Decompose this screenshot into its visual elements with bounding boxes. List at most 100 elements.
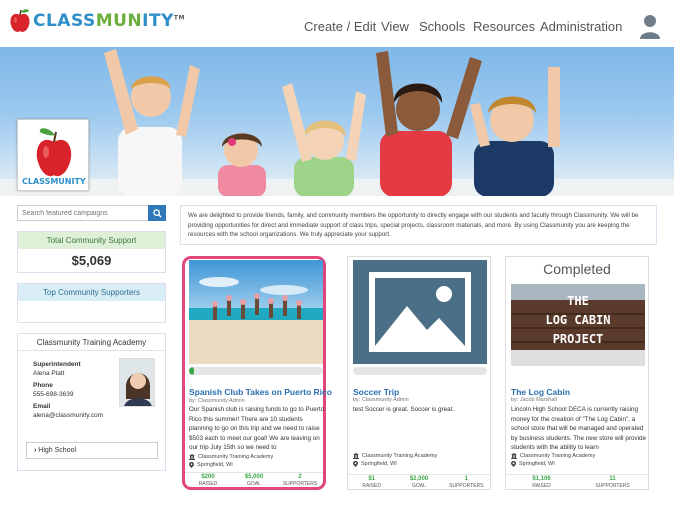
funding-progress-bar	[353, 367, 487, 375]
campaign-org-name: Classmunity Training Academy	[362, 453, 438, 459]
phone-label: Phone	[33, 382, 53, 389]
campaign-search	[17, 205, 166, 221]
image-title-line1: THE	[567, 294, 589, 308]
campaign-org-name: Classmunity Training Academy	[520, 453, 596, 459]
academy-contact: Superintendent Alena Platt Phone 555-698…	[33, 360, 103, 420]
campaign-location-text: Springfield, WI	[519, 461, 555, 467]
total-support-panel: Total Community Support $5,069	[17, 231, 166, 273]
campaign-title[interactable]: Soccer Trip	[353, 387, 399, 397]
campaign-title[interactable]: Spanish Club Takes on Puerto Rico	[189, 387, 332, 397]
supporters-label: SUPPORTERS	[282, 481, 318, 487]
stat-raised: $200 RAISED	[185, 473, 231, 489]
total-support-label: Total Community Support	[18, 232, 165, 249]
search-icon	[152, 208, 162, 218]
campaign-stats: $200 RAISED $5,000 GOAL 2 SUPPORTERS	[185, 472, 323, 489]
role-label: Superintendent	[33, 361, 81, 368]
goal-value: $5,000	[244, 474, 264, 480]
campaign-location: Springfield, WI	[189, 462, 233, 468]
search-input[interactable]	[17, 205, 148, 221]
nav-schools[interactable]: Schools	[419, 19, 465, 34]
chevron-right-icon: ›	[34, 447, 37, 454]
school-building-icon	[511, 453, 517, 459]
stat-goal: $2,000 GOAL	[395, 475, 442, 491]
image-title-line3: PROJECT	[553, 332, 604, 346]
campaign-location: Springfield, WI	[511, 461, 555, 467]
map-pin-icon	[511, 461, 516, 467]
campaign-org: Classmunity Training Academy	[353, 453, 437, 459]
image-placeholder-icon	[353, 260, 487, 364]
campaign-image-beach	[189, 260, 323, 364]
stat-supporters: 11 SUPPORTERS	[577, 475, 648, 491]
stat-supporters: 2 SUPPORTERS	[277, 473, 323, 489]
campaign-location-text: Springfield, WI	[197, 462, 233, 468]
supporters-value: 2	[298, 474, 302, 480]
main-nav: Create / Edit View Schools Resources Adm…	[0, 19, 674, 35]
raised-label: RAISED	[362, 483, 381, 489]
goal-value: $2,000	[409, 476, 429, 482]
campaign-card-log-cabin[interactable]: Completed THE LOG CABIN PROJECT The Log …	[505, 256, 649, 490]
school-badge: CLASSMUNITY	[17, 119, 89, 191]
raised-label: RAISED	[198, 481, 218, 487]
nav-resources[interactable]: Resources	[473, 19, 535, 34]
nav-create-edit[interactable]: Create / Edit	[304, 19, 376, 34]
contact-name: Alena Platt	[33, 370, 65, 377]
campaign-author: by: Classmunity Admin	[353, 397, 409, 403]
campaign-location: Springfield, WI	[353, 461, 397, 467]
top-supporters-label: Top Community Supporters	[18, 284, 165, 301]
campaign-description: test Soccer is great. Soccer is great.	[353, 406, 455, 413]
stat-raised: $1 RAISED	[348, 475, 395, 491]
campaign-card-spanish-club[interactable]: Spanish Club Takes on Puerto Rico by: Cl…	[182, 256, 332, 490]
hero-banner: CLASSMUNITY	[0, 47, 674, 196]
goal-label: GOAL	[412, 483, 426, 489]
campaign-image-log-cabin: THE LOG CABIN PROJECT	[511, 284, 645, 366]
completed-label: Completed	[543, 261, 611, 277]
academy-title: Classmunity Training Academy	[18, 334, 165, 351]
badge-wordmark: CLASSMUNITY	[22, 177, 86, 186]
children-cheering-illustration	[0, 49, 674, 196]
top-supporters-panel: Top Community Supporters	[17, 283, 166, 323]
total-support-value: $5,069	[71, 253, 112, 268]
campaign-card-soccer-trip[interactable]: Soccer Trip by: Classmunity Admin test S…	[347, 256, 491, 490]
campaign-description: Lincoln High School DECA is currently ra…	[511, 406, 646, 452]
campaign-location-text: Springfield, WI	[361, 461, 397, 467]
campaign-description: Our Spanish club is raising funds to go …	[189, 406, 325, 452]
user-account-icon[interactable]	[639, 14, 661, 40]
funding-progress-fill	[189, 367, 195, 375]
top-navbar: CLASSMUNITYTM Create / Edit View Schools…	[0, 0, 674, 47]
campaign-org: Classmunity Training Academy	[189, 454, 273, 460]
high-school-label: High School	[38, 447, 77, 454]
contact-phone: 555-698-3639	[33, 391, 74, 398]
map-pin-icon	[189, 462, 194, 468]
search-button[interactable]	[148, 205, 166, 221]
raised-label: RAISED	[532, 483, 551, 489]
raised-value: $200	[201, 474, 215, 480]
funding-progress-bar	[189, 367, 323, 375]
campaign-image-placeholder	[353, 260, 487, 364]
supporters-value: 1	[464, 476, 468, 482]
raised-value: $1	[368, 476, 375, 482]
campaign-stats: $1,106 RAISED 11 SUPPORTERS	[506, 474, 648, 491]
school-building-icon	[189, 454, 195, 460]
supporters-label: SUPPORTERS	[595, 483, 630, 489]
stat-raised: $1,106 RAISED	[506, 475, 577, 491]
campaign-org: Classmunity Training Academy	[511, 453, 595, 459]
email-label: Email	[33, 403, 51, 410]
supporters-label: SUPPORTERS	[449, 483, 484, 489]
map-pin-icon	[353, 461, 358, 467]
stat-supporters: 1 SUPPORTERS	[443, 475, 490, 491]
supporters-value: 11	[609, 476, 616, 482]
superintendent-photo	[119, 358, 155, 407]
contact-email[interactable]: alena@classmunity.com	[33, 411, 103, 420]
campaign-title[interactable]: The Log Cabin	[511, 387, 570, 397]
campaign-author: by: Jacob Marshall	[511, 397, 557, 403]
school-building-icon	[353, 453, 359, 459]
nav-view[interactable]: View	[381, 19, 409, 34]
image-title-line2: LOG CABIN	[545, 313, 610, 327]
goal-label: GOAL	[247, 481, 261, 487]
raised-value: $1,106	[532, 476, 551, 482]
campaign-stats: $1 RAISED $2,000 GOAL 1 SUPPORTERS	[348, 474, 490, 491]
nav-administration[interactable]: Administration	[540, 19, 622, 34]
campaign-author: by: Classmunity Admin	[189, 398, 245, 404]
high-school-button[interactable]: › High School	[26, 442, 158, 459]
intro-text: We are delighted to provide friends, fam…	[180, 205, 657, 245]
